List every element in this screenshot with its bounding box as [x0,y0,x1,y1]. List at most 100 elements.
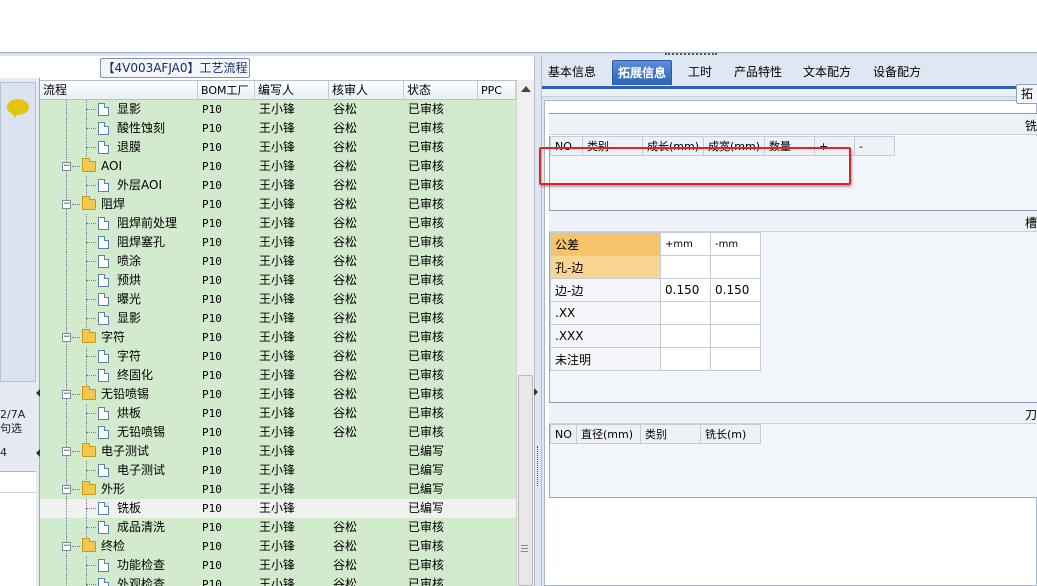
tolerance-grid[interactable]: 公差 +mm -mm 孔-边 边-边 0.150 0.150 .XX .XXX … [550,232,761,371]
status-cell: 已审核 [408,178,445,192]
col-header-bom[interactable]: BOM工厂 [198,81,255,100]
document-icon [98,407,109,420]
tree-row[interactable]: 酸性蚀刻 P10 王小锋 谷松 已审核 [40,119,516,138]
tolerance-row-label: 边-边 [550,278,661,302]
tab-text-recipe[interactable]: 文本配方 [798,60,856,85]
tree-row[interactable]: 烘板 P10 王小锋 谷松 已审核 [40,404,516,423]
reviewer-cell: 谷松 [333,330,358,344]
reviewer-cell: 谷松 [333,520,358,534]
tolerance-plus-cell[interactable] [660,255,711,279]
tree-guide-line [66,233,67,252]
vertical-scrollbar[interactable] [516,80,534,586]
tolerance-minus-cell[interactable] [710,255,761,279]
status-cell: 已审核 [408,159,445,173]
tolerance-plus-cell[interactable] [660,347,711,371]
collapse-toggle-icon[interactable]: − [62,200,71,209]
collapse-toggle-icon[interactable]: − [62,485,71,494]
tree-row[interactable]: − 阻焊 P10 王小锋 谷松 已审核 [40,195,516,214]
collapse-toggle-icon[interactable]: − [62,390,71,399]
collapse-toggle-icon[interactable]: − [62,333,71,342]
tree-row[interactable]: 显影 P10 王小锋 谷松 已审核 [40,309,516,328]
tree-node-label: 功能检查 [117,558,166,572]
tree-row[interactable]: − 外形 P10 王小锋 已编写 [40,480,516,499]
tolerance-plus-cell[interactable] [660,324,711,348]
bom-cell: P10 [202,160,222,173]
left-white-list [0,471,36,586]
tool-col-type[interactable]: 类别 [640,424,701,444]
reviewer-cell: 谷松 [333,425,358,439]
col-header-status[interactable]: 状态 [404,81,478,100]
col-header-writer[interactable]: 编写人 [255,81,329,100]
tree-row[interactable]: 无铅喷锡 P10 王小锋 谷松 已审核 [40,423,516,442]
tool-col-diameter[interactable]: 直径(mm) [576,424,641,444]
collapse-toggle-icon[interactable]: − [62,447,71,456]
tree-row[interactable]: 阻焊前处理 P10 王小锋 谷松 已审核 [40,214,516,233]
tree-row[interactable]: 曝光 P10 王小锋 谷松 已审核 [40,290,516,309]
status-cell: 已审核 [408,349,445,363]
tree-row[interactable]: 成品清洗 P10 王小锋 谷松 已审核 [40,518,516,537]
tree-row[interactable]: 铣板 P10 王小锋 已编写 [40,499,516,518]
tab-product-features[interactable]: 产品特性 [729,60,787,85]
chat-bubble-icon[interactable] [7,99,29,118]
tree-row[interactable]: − 终检 P10 王小锋 谷松 已审核 [40,537,516,556]
tree-guide-line [66,119,67,138]
tree-guide-line [66,100,67,119]
reviewer-cell: 谷松 [333,178,358,192]
panel-splitter[interactable] [534,56,542,586]
tree-row[interactable]: 终固化 P10 王小锋 谷松 已审核 [40,366,516,385]
tree-row[interactable]: − 字符 P10 王小锋 谷松 已审核 [40,328,516,347]
tolerance-minus-cell[interactable]: 0.150 [710,278,761,302]
bom-cell: P10 [202,236,222,249]
tree-node-label: AOI [101,159,122,173]
tree-row[interactable]: − 无铅喷锡 P10 王小锋 谷松 已审核 [40,385,516,404]
scrollbar-thumb[interactable] [518,375,533,586]
tree-row[interactable]: 电子测试 P10 王小锋 已编写 [40,461,516,480]
left-collapsed-panel: 2/7A 句选 4 [0,78,40,586]
tree-row[interactable]: 退膜 P10 王小锋 谷松 已审核 [40,138,516,157]
col-header-ppc[interactable]: PPC [478,81,516,100]
left-panel-inner [0,82,36,382]
tree-node-label: 预烘 [117,273,142,287]
slot-section-header: 槽 [549,210,1037,232]
reviewer-cell: 谷松 [333,349,358,363]
tolerance-minus-cell[interactable] [710,347,761,371]
tree-node-label: 显影 [117,102,142,116]
tree-row[interactable]: 显影 P10 王小锋 谷松 已审核 [40,100,516,119]
tab-equipment-recipe[interactable]: 设备配方 [868,60,926,85]
tolerance-plus-cell[interactable] [660,301,711,325]
expand-right-arrow-icon[interactable] [534,388,538,396]
document-icon [98,521,109,534]
scroll-up-arrow-icon[interactable] [521,86,531,92]
document-icon [98,502,109,515]
tab-extended-info[interactable]: 拓展信息 [612,60,673,85]
tab-work-hours[interactable]: 工时 [683,60,717,85]
tree-row[interactable]: − 电子测试 P10 王小锋 已编写 [40,442,516,461]
tree-row[interactable]: 喷涂 P10 王小锋 谷松 已审核 [40,252,516,271]
tool-grid[interactable]: NO 直径(mm) 类别 铣长(m) [550,424,761,444]
col-header-flow[interactable]: 流程 [40,81,198,100]
tree-row[interactable]: 阻焊塞孔 P10 王小锋 谷松 已审核 [40,233,516,252]
milling-col-minus[interactable]: - [854,136,896,156]
extended-button[interactable]: 拓 [1016,84,1037,104]
reviewer-cell: 谷松 [333,197,358,211]
bom-cell: P10 [202,141,222,154]
tree-row[interactable]: − AOI P10 王小锋 谷松 已审核 [40,157,516,176]
tolerance-plus-cell[interactable]: 0.150 [660,278,711,302]
tree-guide-line [66,252,67,271]
tool-col-no[interactable]: NO [550,424,577,444]
tab-basic-info[interactable]: 基本信息 [543,60,601,85]
tree-row[interactable]: 功能检查 P10 王小锋 谷松 已审核 [40,556,516,575]
collapse-toggle-icon[interactable]: − [62,542,71,551]
tree-row[interactable]: 外层AOI P10 王小锋 谷松 已审核 [40,176,516,195]
col-header-reviewer[interactable]: 核审人 [329,81,404,100]
tolerance-minus-cell[interactable] [710,301,761,325]
tool-col-length[interactable]: 铣长(m) [700,424,761,444]
tree-node-label: 外形 [101,482,126,496]
tree-row[interactable]: 字符 P10 王小锋 谷松 已审核 [40,347,516,366]
writer-cell: 王小锋 [259,140,296,154]
collapse-toggle-icon[interactable]: − [62,162,71,171]
tolerance-minus-cell[interactable] [710,324,761,348]
tree-row[interactable]: 预烘 P10 王小锋 谷松 已审核 [40,271,516,290]
tree-row[interactable]: 外观检查 P10 王小锋 谷松 已审核 [40,575,516,586]
writer-cell: 王小锋 [259,235,296,249]
